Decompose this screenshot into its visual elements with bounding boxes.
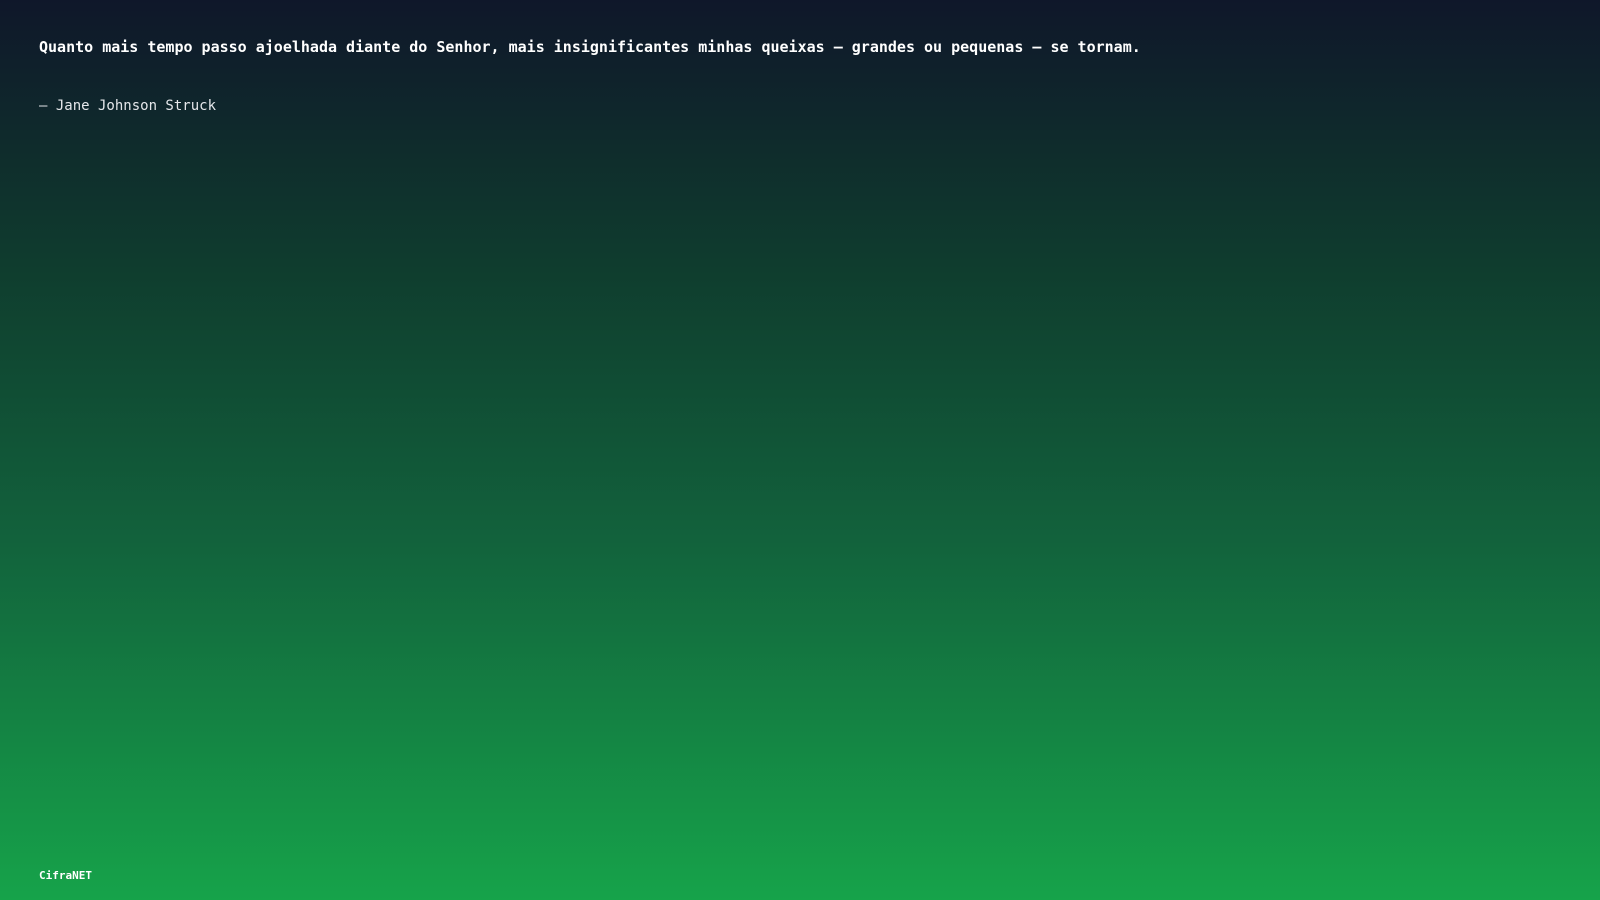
brand-label: CifraNET bbox=[39, 869, 92, 882]
quote-text: Quanto mais tempo passo ajoelhada diante… bbox=[39, 38, 1141, 56]
quote-screen: { "quote": { "text": "Quanto mais tempo … bbox=[0, 0, 1600, 900]
quote-author: – Jane Johnson Struck bbox=[39, 98, 217, 114]
